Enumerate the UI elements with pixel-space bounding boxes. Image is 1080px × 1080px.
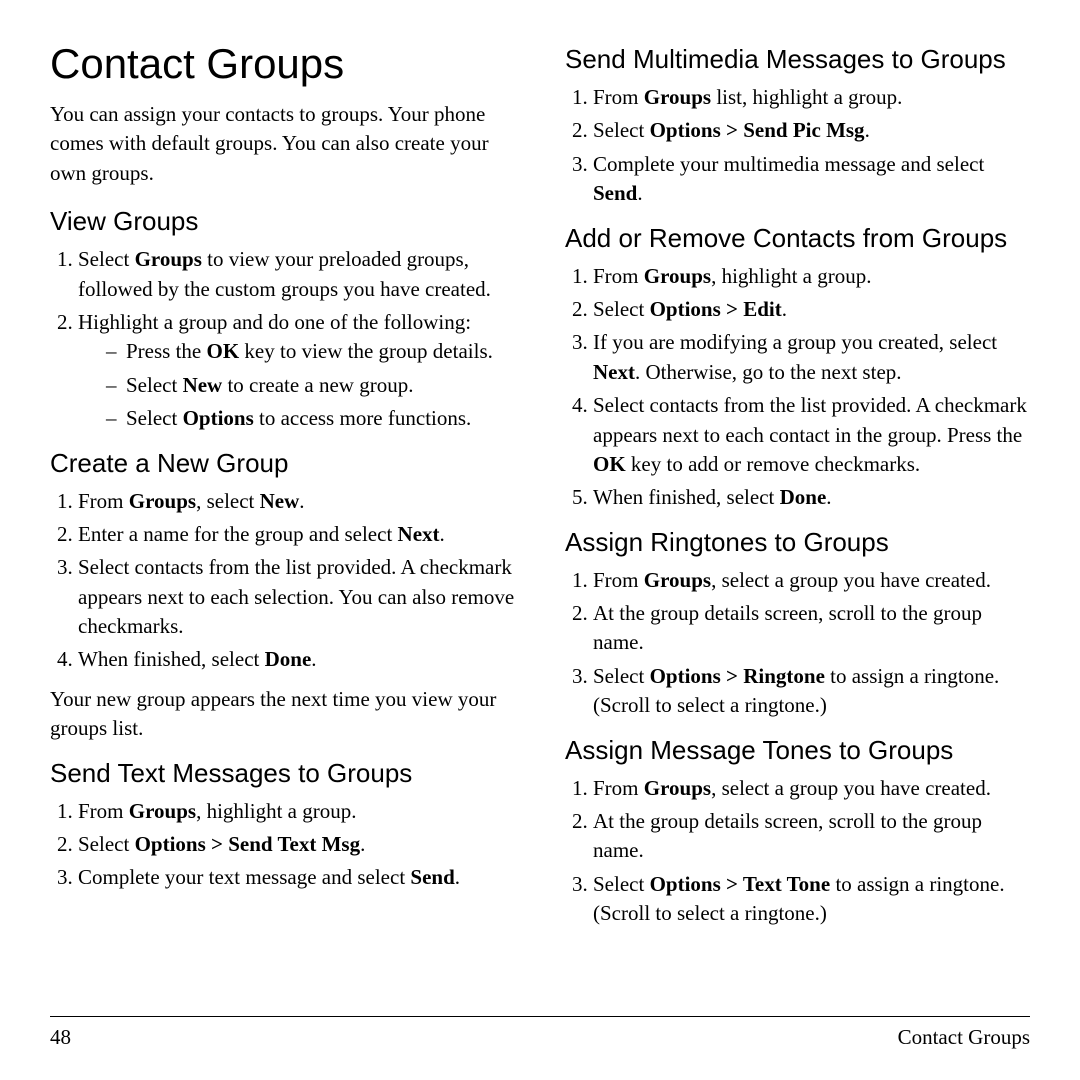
list-item: Select Groups to view your preloaded gro… (78, 245, 515, 304)
sublist: Press the OK key to view the group detai… (106, 337, 515, 433)
page: Contact Groups You can assign your conta… (0, 0, 1080, 1080)
list-item: When finished, select Done. (78, 645, 515, 674)
assign-message-tones-list: From Groups, select a group you have cre… (593, 774, 1030, 929)
list-item: Select Options > Send Pic Msg. (593, 116, 1030, 145)
list-item: At the group details screen, scroll to t… (593, 599, 1030, 658)
section-title-send-multimedia: Send Multimedia Messages to Groups (565, 44, 1030, 75)
content-area: Contact Groups You can assign your conta… (50, 40, 1030, 1006)
footer: 48 Contact Groups (50, 1016, 1030, 1050)
list-item: Select New to create a new group. (106, 371, 515, 400)
send-text-list: From Groups, highlight a group. Select O… (78, 797, 515, 893)
section-assign-message-tones: Assign Message Tones to Groups From Grou… (565, 735, 1030, 929)
send-multimedia-list: From Groups list, highlight a group. Sel… (593, 83, 1030, 209)
left-column: Contact Groups You can assign your conta… (50, 40, 525, 1006)
list-item: Select Options > Text Tone to assign a r… (593, 870, 1030, 929)
list-item: When finished, select Done. (593, 483, 1030, 512)
list-item: From Groups, select a group you have cre… (593, 566, 1030, 595)
right-column: Send Multimedia Messages to Groups From … (555, 40, 1030, 1006)
section-title-add-remove: Add or Remove Contacts from Groups (565, 223, 1030, 254)
list-item: Select Options > Ringtone to assign a ri… (593, 662, 1030, 721)
section-title-assign-message-tones: Assign Message Tones to Groups (565, 735, 1030, 766)
section-title-assign-ringtones: Assign Ringtones to Groups (565, 527, 1030, 558)
list-item: Select contacts from the list provided. … (593, 391, 1030, 479)
list-item: At the group details screen, scroll to t… (593, 807, 1030, 866)
view-groups-list: Select Groups to view your preloaded gro… (78, 245, 515, 433)
section-title-view-groups: View Groups (50, 206, 515, 237)
list-item: From Groups list, highlight a group. (593, 83, 1030, 112)
list-item: From Groups, highlight a group. (593, 262, 1030, 291)
section-send-multimedia: Send Multimedia Messages to Groups From … (565, 44, 1030, 209)
section-send-text: Send Text Messages to Groups From Groups… (50, 758, 515, 893)
intro-text: You can assign your contacts to groups. … (50, 100, 515, 188)
section-title-send-text: Send Text Messages to Groups (50, 758, 515, 789)
assign-ringtones-list: From Groups, select a group you have cre… (593, 566, 1030, 721)
footer-section-label: Contact Groups (898, 1025, 1030, 1050)
section-title-create-group: Create a New Group (50, 448, 515, 479)
section-add-remove: Add or Remove Contacts from Groups From … (565, 223, 1030, 513)
section-view-groups: View Groups Select Groups to view your p… (50, 206, 515, 433)
list-item: From Groups, highlight a group. (78, 797, 515, 826)
create-group-list: From Groups, select New. Enter a name fo… (78, 487, 515, 675)
list-item: Select Options > Send Text Msg. (78, 830, 515, 859)
add-remove-list: From Groups, highlight a group. Select O… (593, 262, 1030, 513)
list-item: Select Options > Edit. (593, 295, 1030, 324)
footer-page-number: 48 (50, 1025, 71, 1050)
section-assign-ringtones: Assign Ringtones to Groups From Groups, … (565, 527, 1030, 721)
list-item: Press the OK key to view the group detai… (106, 337, 515, 366)
page-title: Contact Groups (50, 40, 515, 88)
list-item: From Groups, select a group you have cre… (593, 774, 1030, 803)
section-create-group: Create a New Group From Groups, select N… (50, 448, 515, 744)
list-item: Highlight a group and do one of the foll… (78, 308, 515, 434)
list-item: Complete your text message and select Se… (78, 863, 515, 892)
list-item: Select Options to access more functions. (106, 404, 515, 433)
create-group-note: Your new group appears the next time you… (50, 685, 515, 744)
list-item: If you are modifying a group you created… (593, 328, 1030, 387)
list-item: Select contacts from the list provided. … (78, 553, 515, 641)
list-item: Enter a name for the group and select Ne… (78, 520, 515, 549)
list-item: Complete your multimedia message and sel… (593, 150, 1030, 209)
list-item: From Groups, select New. (78, 487, 515, 516)
